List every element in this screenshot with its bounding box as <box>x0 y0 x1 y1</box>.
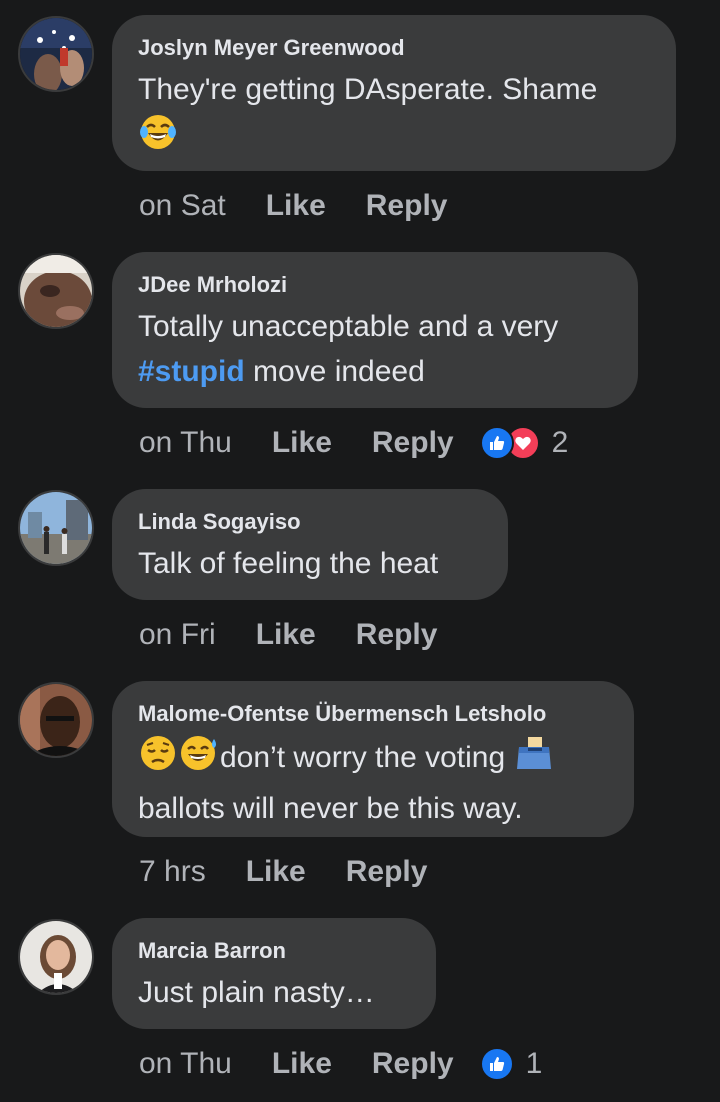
comment-bubble: Marcia Barron Just plain nasty… <box>112 918 436 1029</box>
like-button[interactable]: Like <box>272 426 332 460</box>
comment-body: They're getting DAsperate. Shame <box>138 73 598 106</box>
reply-button[interactable]: Reply <box>372 426 454 460</box>
avatar[interactable] <box>18 490 94 566</box>
comment-text: They're getting DAsperate. Shame <box>138 67 650 165</box>
like-button[interactable]: Like <box>256 618 316 652</box>
comment-body-end: move indeed <box>244 355 425 388</box>
comment-time[interactable]: on Sat <box>139 189 226 223</box>
comment-body: don’t worry the voting <box>220 741 506 774</box>
comment-body: Just plain nasty… <box>138 976 375 1009</box>
avatar[interactable] <box>18 16 94 92</box>
comment-bubble: JDee Mrholozi Totally unacceptable and a… <box>112 252 638 408</box>
comment-actions: 7 hrs Like Reply <box>139 852 467 892</box>
reply-button[interactable]: Reply <box>356 618 438 652</box>
comment-actions: on Sat Like Reply <box>139 186 487 226</box>
reaction-summary[interactable]: 2 <box>479 426 569 460</box>
reaction-count: 2 <box>551 426 569 459</box>
reply-button[interactable]: Reply <box>372 1047 454 1081</box>
reaction-count: 1 <box>525 1047 543 1080</box>
reply-button[interactable]: Reply <box>346 855 428 889</box>
comment-bubble: Linda Sogayiso Talk of feeling the heat <box>112 489 508 600</box>
like-button[interactable]: Like <box>246 855 306 889</box>
comment-time[interactable]: on Fri <box>139 618 216 652</box>
comment-actions: on Thu Like Reply 1 <box>139 1044 542 1084</box>
hashtag-link[interactable]: #stupid <box>138 355 245 388</box>
pensive-emoji-icon <box>138 733 178 786</box>
comment-bubble: Joslyn Meyer Greenwood They're getting D… <box>112 15 676 171</box>
sweat-smile-emoji-icon <box>178 733 220 786</box>
laughing-tears-emoji-icon <box>138 112 178 165</box>
comment-time[interactable]: 7 hrs <box>139 855 206 889</box>
like-reaction-icon <box>479 1047 514 1081</box>
comment-actions: on Thu Like Reply 2 <box>139 423 568 463</box>
like-button[interactable]: Like <box>272 1047 332 1081</box>
like-button[interactable]: Like <box>266 189 326 223</box>
comment-text: don’t worry the voting ballots will neve… <box>138 733 608 831</box>
like-reaction-icon <box>479 426 514 460</box>
author-name[interactable]: Marcia Barron <box>138 938 410 964</box>
avatar[interactable] <box>18 682 94 758</box>
comment-time[interactable]: on Thu <box>139 1047 232 1081</box>
comment-bubble: Malome-Ofentse Übermensch Letsholo don’t… <box>112 681 634 837</box>
author-name[interactable]: Malome-Ofentse Übermensch Letsholo <box>138 701 608 727</box>
comment-body-line2: ballots will never be this way. <box>138 792 523 825</box>
author-name[interactable]: JDee Mrholozi <box>138 272 612 298</box>
avatar[interactable] <box>18 253 94 329</box>
comment-text: Totally unacceptable and a very #stupid m… <box>138 304 612 394</box>
comment-time[interactable]: on Thu <box>139 426 232 460</box>
ballot-box-emoji-icon <box>514 733 554 786</box>
comment-body: Totally unacceptable and a very <box>138 310 559 343</box>
comment-actions: on Fri Like Reply <box>139 615 477 655</box>
author-name[interactable]: Joslyn Meyer Greenwood <box>138 35 650 61</box>
reaction-summary[interactable]: 1 <box>479 1047 543 1081</box>
avatar[interactable] <box>18 919 94 995</box>
reply-button[interactable]: Reply <box>366 189 448 223</box>
author-name[interactable]: Linda Sogayiso <box>138 509 482 535</box>
comment-body: Talk of feeling the heat <box>138 547 439 580</box>
